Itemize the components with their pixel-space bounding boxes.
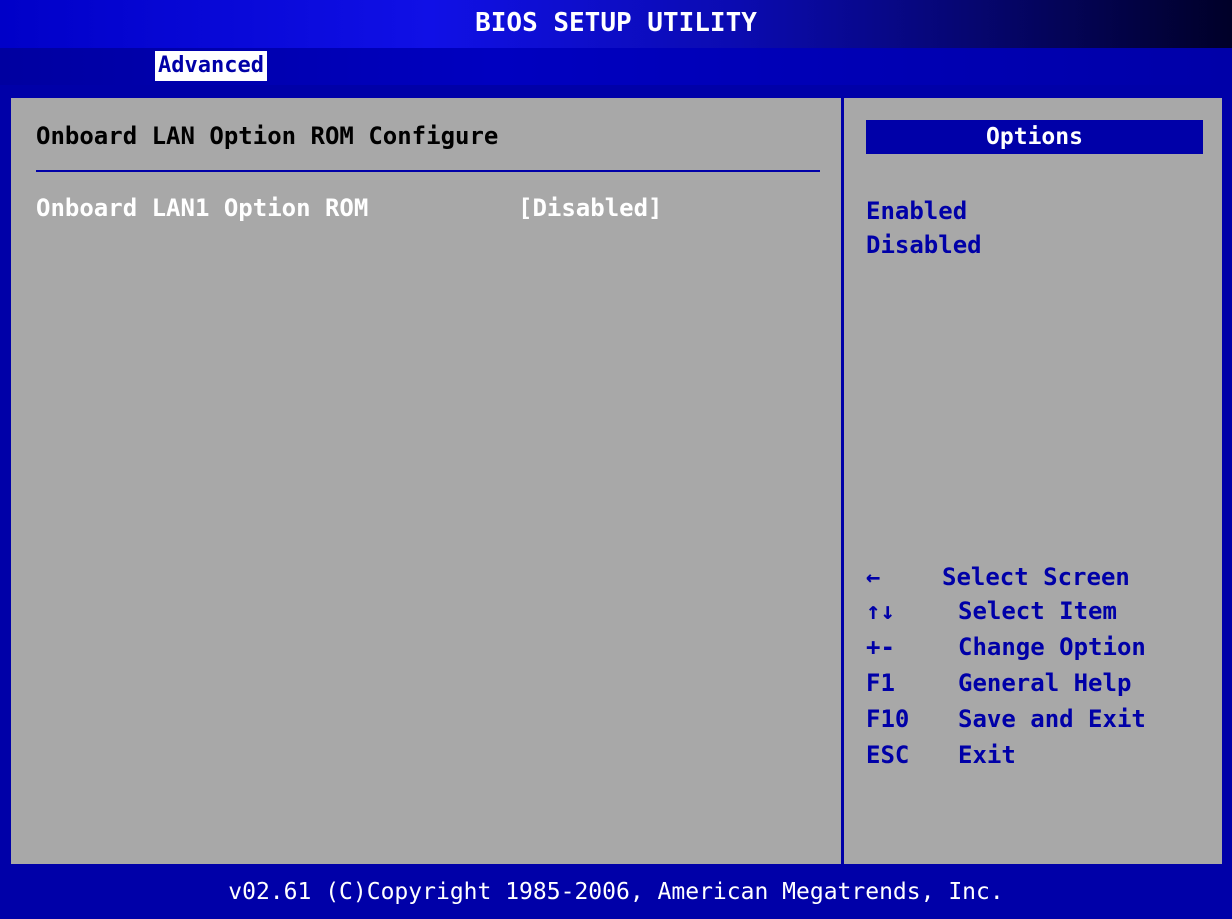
setting-lan1-option-rom-label[interactable]: Onboard LAN1 Option ROM (36, 192, 368, 224)
f1-key: F1 (866, 669, 895, 697)
key-description: General Help (958, 669, 1132, 697)
key-description: Save and Exit (958, 705, 1146, 733)
option-disabled[interactable]: Disabled (866, 228, 982, 262)
plus-minus-key: +- (866, 633, 895, 661)
esc-key: ESC (866, 741, 910, 769)
key-description: Exit (958, 741, 1016, 769)
section-title: Onboard LAN Option ROM Configure (36, 122, 499, 150)
tab-advanced[interactable]: Advanced (155, 51, 267, 81)
key-description: Change Option (958, 633, 1146, 661)
section-rule (36, 170, 820, 172)
key-description: Select Screen (942, 563, 1130, 591)
option-enabled[interactable]: Enabled (866, 194, 967, 228)
f10-key: F10 (866, 705, 910, 733)
panel-divider (841, 95, 844, 867)
key-description: Select Item (958, 597, 1117, 625)
setting-lan1-option-rom-value[interactable]: [Disabled] (518, 192, 663, 224)
copyright-text: v02.61 (C)Copyright 1985-2006, American … (228, 879, 1004, 905)
options-header: Options (866, 120, 1203, 154)
left-arrow-icon: ← (866, 563, 881, 591)
up-down-arrow-icon: ↑↓ (866, 597, 895, 625)
bios-title: BIOS SETUP UTILITY (475, 8, 757, 38)
